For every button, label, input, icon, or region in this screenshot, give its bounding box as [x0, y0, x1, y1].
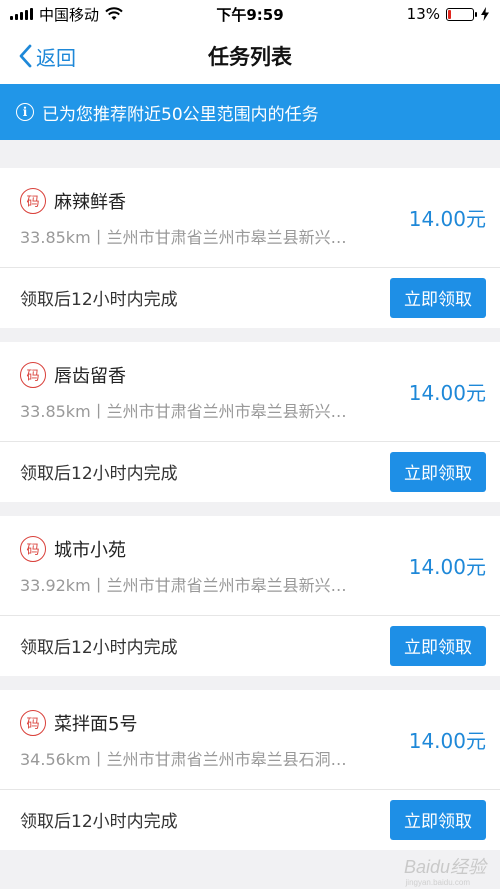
task-card-top[interactable]: 码 城市小苑 33.92km丨兰州市甘肃省兰州市皋兰县新兴… 14.00元	[0, 516, 500, 616]
claim-button[interactable]: 立即领取	[390, 799, 486, 840]
charging-icon	[481, 7, 489, 21]
status-time: 下午9:59	[216, 5, 284, 24]
watermark-url: jingyan.baidu.com	[405, 878, 470, 887]
distance-address: 34.56km丨兰州市甘肃省兰州市皋兰县石洞…	[20, 749, 347, 769]
battery-level	[448, 9, 452, 19]
nav-bar: 返回 任务列表	[0, 28, 500, 84]
task-card-bottom: 领取后12小时内完成 立即领取	[0, 442, 500, 501]
shop-row: 码 唇齿留香	[20, 361, 397, 388]
task-card[interactable]: 码 城市小苑 33.92km丨兰州市甘肃省兰州市皋兰县新兴… 14.00元 领取…	[0, 516, 500, 676]
shop-row: 码 城市小苑	[20, 535, 397, 562]
status-left: 中国移动	[10, 4, 180, 25]
claim-button[interactable]: 立即领取	[390, 625, 486, 666]
info-icon: i	[16, 103, 34, 121]
distance-address: 33.85km丨兰州市甘肃省兰州市皋兰县新兴…	[20, 227, 347, 247]
claim-button[interactable]: 立即领取	[390, 277, 486, 318]
shop-name: 麻辣鲜香	[54, 191, 126, 213]
task-info: 码 麻辣鲜香 33.85km丨兰州市甘肃省兰州市皋兰县新兴…	[20, 187, 397, 248]
task-card-bottom: 领取后12小时内完成 立即领取	[0, 616, 500, 675]
signal-icon	[10, 8, 33, 20]
status-bar: 中国移动 下午9:59 13%	[0, 0, 500, 28]
task-card-top[interactable]: 码 唇齿留香 33.85km丨兰州市甘肃省兰州市皋兰县新兴… 14.00元	[0, 342, 500, 442]
distance-address: 33.85km丨兰州市甘肃省兰州市皋兰县新兴…	[20, 401, 347, 421]
banner-text: 已为您推荐附近50公里范围内的任务	[42, 104, 319, 125]
battery-icon	[446, 7, 477, 21]
task-info: 码 城市小苑 33.92km丨兰州市甘肃省兰州市皋兰县新兴…	[20, 535, 397, 596]
wifi-icon	[105, 7, 123, 20]
shop-row: 码 菜拌面5号	[20, 709, 397, 736]
task-list: 码 麻辣鲜香 33.85km丨兰州市甘肃省兰州市皋兰县新兴… 14.00元 领取…	[0, 140, 500, 850]
code-icon: 码	[20, 187, 46, 214]
chevron-left-icon	[19, 44, 32, 68]
watermark-text: Baidu经验	[403, 857, 486, 877]
baidu-watermark: Baidu经验	[404, 853, 486, 879]
task-price: 14.00元	[408, 207, 486, 231]
task-card[interactable]: 码 菜拌面5号 34.56km丨兰州市甘肃省兰州市皋兰县石洞… 14.00元 领…	[0, 690, 500, 850]
status-right: 13%	[320, 5, 490, 23]
task-deadline: 领取后12小时内完成	[20, 464, 178, 484]
task-card-top[interactable]: 码 菜拌面5号 34.56km丨兰州市甘肃省兰州市皋兰县石洞… 14.00元	[0, 690, 500, 790]
shop-name: 唇齿留香	[54, 365, 126, 387]
task-card-top[interactable]: 码 麻辣鲜香 33.85km丨兰州市甘肃省兰州市皋兰县新兴… 14.00元	[0, 168, 500, 268]
task-card-bottom: 领取后12小时内完成 立即领取	[0, 790, 500, 849]
back-label: 返回	[36, 45, 76, 70]
distance-address: 33.92km丨兰州市甘肃省兰州市皋兰县新兴…	[20, 575, 347, 595]
task-card-bottom: 领取后12小时内完成 立即领取	[0, 268, 500, 327]
shop-name: 菜拌面5号	[54, 713, 138, 735]
battery-percent: 13%	[406, 5, 440, 23]
task-deadline: 领取后12小时内完成	[20, 638, 178, 658]
back-button[interactable]: 返回	[18, 28, 76, 84]
task-price: 14.00元	[408, 729, 486, 753]
code-icon: 码	[20, 361, 46, 388]
task-price: 14.00元	[408, 381, 486, 405]
code-icon: 码	[20, 535, 46, 562]
code-icon: 码	[20, 709, 46, 736]
task-info: 码 唇齿留香 33.85km丨兰州市甘肃省兰州市皋兰县新兴…	[20, 361, 397, 422]
task-price: 14.00元	[408, 555, 486, 579]
recommendation-banner: i 已为您推荐附近50公里范围内的任务	[0, 84, 500, 140]
task-deadline: 领取后12小时内完成	[20, 290, 178, 310]
claim-button[interactable]: 立即领取	[390, 451, 486, 492]
task-info: 码 菜拌面5号 34.56km丨兰州市甘肃省兰州市皋兰县石洞…	[20, 709, 397, 770]
task-card[interactable]: 码 唇齿留香 33.85km丨兰州市甘肃省兰州市皋兰县新兴… 14.00元 领取…	[0, 342, 500, 502]
task-card[interactable]: 码 麻辣鲜香 33.85km丨兰州市甘肃省兰州市皋兰县新兴… 14.00元 领取…	[0, 168, 500, 328]
shop-row: 码 麻辣鲜香	[20, 187, 397, 214]
carrier-label: 中国移动	[39, 5, 100, 24]
task-deadline: 领取后12小时内完成	[20, 812, 178, 832]
shop-name: 城市小苑	[54, 539, 126, 561]
